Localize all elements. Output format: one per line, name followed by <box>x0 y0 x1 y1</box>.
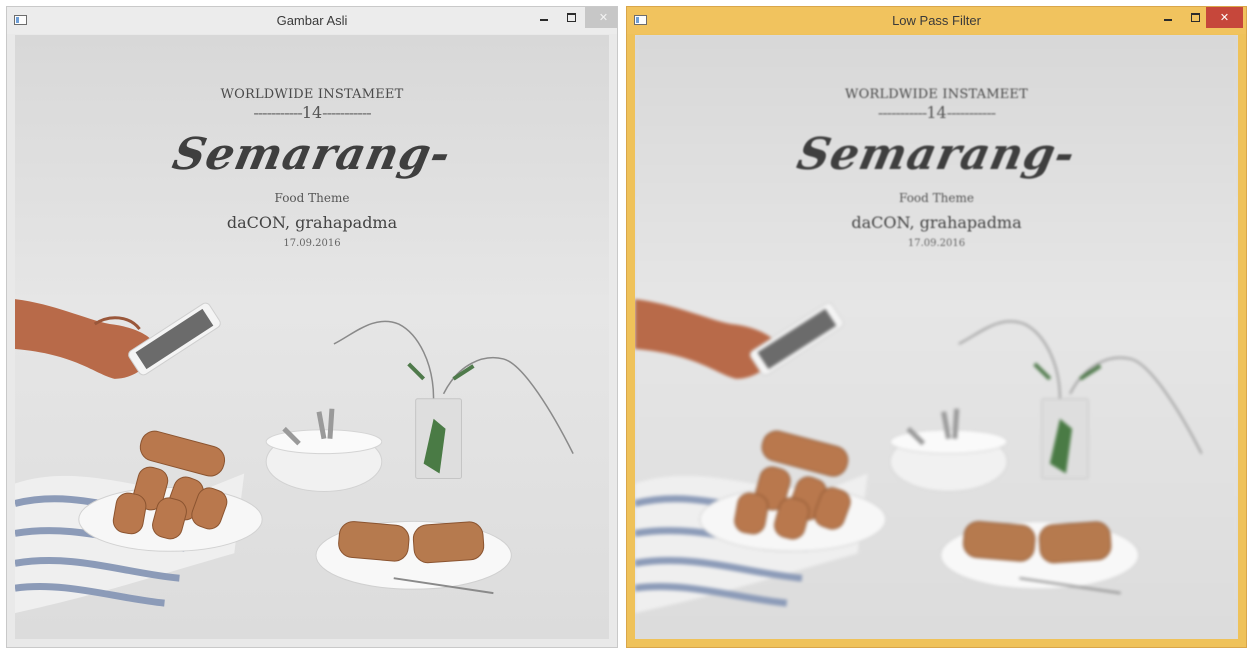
window-title: Low Pass Filter <box>892 13 981 28</box>
poster-city: Semarang- <box>792 129 1081 180</box>
poster-number: 14 <box>301 103 323 122</box>
low-pass-filter-window: Low Pass Filter ✕ WORLDWIDE INSTAMEET --… <box>626 6 1247 648</box>
poster-dashes-right: ----------- <box>322 103 371 122</box>
poster-event-name: WORLDWIDE INSTAMEET <box>845 87 1028 102</box>
maximize-icon <box>567 13 576 22</box>
poster-dashes-right: ----------- <box>946 103 996 122</box>
poster-venue: daCON, grahapadma <box>226 213 398 232</box>
image-canvas: WORLDWIDE INSTAMEET -----------14-------… <box>15 35 609 639</box>
title-bar[interactable]: Gambar Asli ✕ <box>7 7 617 34</box>
maximize-button[interactable] <box>1182 7 1209 28</box>
minimize-button[interactable] <box>533 7 555 28</box>
minimize-icon <box>540 18 548 21</box>
poster-edition: -----------14----------- <box>635 103 1238 122</box>
window-title: Gambar Asli <box>276 13 348 28</box>
minimize-button[interactable] <box>1157 7 1179 28</box>
poster-theme: Food Theme <box>274 191 350 205</box>
poster-date: 17.09.2016 <box>907 238 966 249</box>
poster-theme: Food Theme <box>899 191 974 205</box>
poster-city: Semarang- <box>168 129 456 180</box>
poster-venue: daCON, grahapadma <box>851 213 1022 232</box>
close-button[interactable]: ✕ <box>1206 7 1243 28</box>
poster-date: 17.09.2016 <box>283 238 341 249</box>
poster-dashes-left: ----------- <box>877 103 927 122</box>
poster-number: 14 <box>926 103 947 122</box>
original-image-window: Gambar Asli ✕ WORLDWIDE INSTAMEET ------… <box>6 6 618 648</box>
maximize-button[interactable] <box>558 7 585 28</box>
filtered-food-photo <box>635 35 1238 639</box>
image-canvas: WORLDWIDE INSTAMEET -----------14-------… <box>635 35 1238 639</box>
poster-event-name: WORLDWIDE INSTAMEET <box>220 87 404 102</box>
minimize-icon <box>1164 18 1172 21</box>
close-icon: ✕ <box>598 11 609 24</box>
close-icon: ✕ <box>1219 11 1230 24</box>
poster-dashes-left: ----------- <box>253 103 302 122</box>
poster-edition: -----------14----------- <box>15 103 609 122</box>
maximize-icon <box>1191 13 1200 22</box>
close-button[interactable]: ✕ <box>585 7 617 28</box>
food-photo <box>15 35 609 639</box>
title-bar[interactable]: Low Pass Filter ✕ <box>627 7 1246 34</box>
